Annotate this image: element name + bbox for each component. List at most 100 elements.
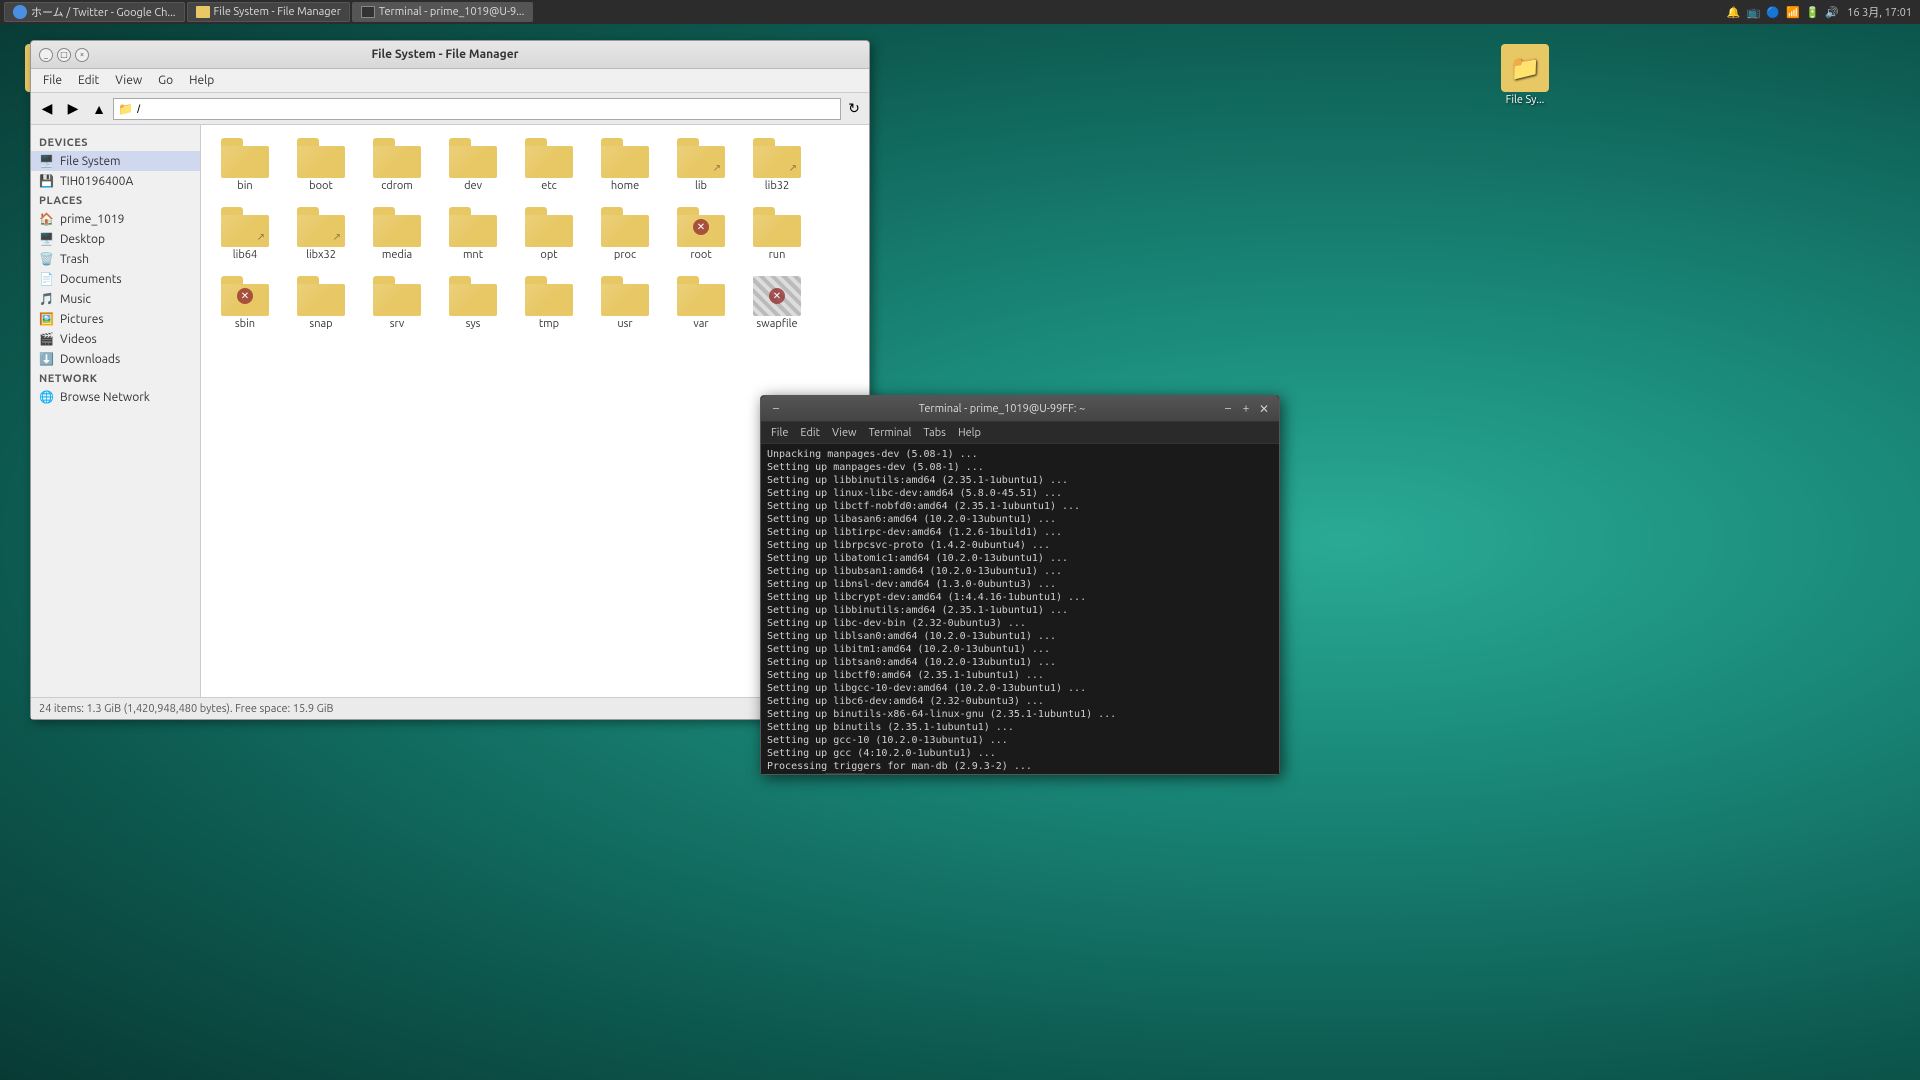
sidebar-item-filesystem[interactable]: 🖥️ File System: [31, 151, 200, 171]
fm-minimize-button[interactable]: _: [39, 48, 53, 62]
taskbar-app-fm-label: File System - File Manager: [214, 6, 341, 18]
sidebar-item-pictures[interactable]: 🖼️ Pictures: [31, 309, 200, 329]
symlink-arrow-lib64: ↗: [257, 231, 265, 243]
terminal-content: Unpacking manpages-dev (5.08-1) ...Setti…: [761, 444, 1279, 774]
folder-icon-var: [677, 276, 725, 316]
taskbar-app-terminal-label: Terminal - prime_1019@U-9...: [379, 6, 525, 18]
folder-media[interactable]: media: [361, 202, 433, 267]
folder-snap[interactable]: snap: [285, 271, 357, 336]
sidebar-item-downloads[interactable]: ⬇️ Downloads: [31, 349, 200, 369]
sidebar-item-music[interactable]: 🎵 Music: [31, 289, 200, 309]
folder-media-label: media: [382, 249, 412, 262]
taskbar-app-terminal[interactable]: Terminal - prime_1019@U-9...: [352, 2, 534, 22]
fm-sidebar: DEVICES 🖥️ File System 💾 TIH0196400A PLA…: [31, 125, 201, 697]
folder-proc[interactable]: proc: [589, 202, 661, 267]
sidebar-item-home[interactable]: 🏠 prime_1019: [31, 209, 200, 229]
folder-icon-srv: [373, 276, 421, 316]
folder-icon-tmp: [525, 276, 573, 316]
folder-var[interactable]: var: [665, 271, 737, 336]
terminal-controls: – + ✕: [1221, 402, 1271, 416]
folder-cdrom[interactable]: cdrom: [361, 133, 433, 198]
folder-mnt[interactable]: mnt: [437, 202, 509, 267]
sidebar-item-trash[interactable]: 🗑️ Trash: [31, 249, 200, 269]
terminal-output-line: Setting up libcrypt-dev:amd64 (1:4.4.16-…: [767, 591, 1273, 604]
folder-home[interactable]: home: [589, 133, 661, 198]
file-swapfile[interactable]: ✕ swapfile: [741, 271, 813, 336]
folder-lib[interactable]: ↗ lib: [665, 133, 737, 198]
sidebar-item-tih[interactable]: 💾 TIH0196400A: [31, 171, 200, 191]
folder-icon-boot: [297, 138, 345, 178]
folder-boot[interactable]: boot: [285, 133, 357, 198]
folder-proc-label: proc: [614, 249, 636, 262]
folder-var-label: var: [693, 318, 708, 331]
folder-icon-lib: ↗: [677, 138, 725, 178]
folder-icon-run: [753, 207, 801, 247]
terminal-minimize-icon[interactable]: –: [769, 402, 783, 416]
term-menu-terminal[interactable]: Terminal: [863, 426, 918, 440]
folder-lib32[interactable]: ↗ lib32: [741, 133, 813, 198]
terminal-output-line: Processing triggers for man-db (2.9.3-2)…: [767, 760, 1273, 773]
fm-address-bar[interactable]: 📁: [113, 98, 841, 120]
folder-tmp[interactable]: tmp: [513, 271, 585, 336]
terminal-close-button[interactable]: ✕: [1257, 402, 1271, 416]
folder-etc[interactable]: etc: [513, 133, 585, 198]
folder-run[interactable]: run: [741, 202, 813, 267]
location-icon: 📁: [118, 102, 133, 116]
folder-icon-bin: [221, 138, 269, 178]
sidebar-item-documents[interactable]: 📄 Documents: [31, 269, 200, 289]
folder-srv[interactable]: srv: [361, 271, 433, 336]
term-menu-file[interactable]: File: [765, 426, 794, 440]
term-menu-view[interactable]: View: [826, 426, 863, 440]
folder-lib-label: lib: [695, 180, 707, 193]
term-menu-edit[interactable]: Edit: [794, 426, 826, 440]
sidebar-item-desktop[interactable]: 🖥️ Desktop: [31, 229, 200, 249]
symlink-arrow-lib: ↗: [713, 162, 721, 174]
folder-root[interactable]: ✕ root: [665, 202, 737, 267]
folder-icon-opt: [525, 207, 573, 247]
desktop-icon-filesys-img: 📁: [1501, 44, 1549, 92]
pictures-icon: 🖼️: [39, 312, 54, 326]
taskbar-app-filemanager[interactable]: File System - File Manager: [187, 2, 350, 22]
desktop-icon-filesys[interactable]: 📁 File Sy...: [1490, 40, 1560, 110]
terminal-minimize-button[interactable]: –: [1221, 402, 1235, 416]
sidebar-item-browse-network[interactable]: 🌐 Browse Network: [31, 387, 200, 407]
folder-libx32-label: libx32: [306, 249, 336, 262]
folder-icon-desktop: 📁: [1510, 54, 1540, 82]
fm-menu-view[interactable]: View: [107, 72, 150, 89]
sidebar-item-videos[interactable]: 🎬 Videos: [31, 329, 200, 349]
fm-menu-go[interactable]: Go: [150, 72, 181, 89]
folder-icon-usr: [601, 276, 649, 316]
fm-menu-file[interactable]: File: [35, 72, 70, 89]
terminal-icon: [361, 6, 375, 18]
terminal-output-line: Setting up libatomic1:amd64 (10.2.0-13ub…: [767, 552, 1273, 565]
sidebar-devices-header: DEVICES: [31, 133, 200, 151]
fm-forward-button[interactable]: ▶: [61, 97, 85, 121]
sidebar-places-header: PLACES: [31, 191, 200, 209]
folder-libx32[interactable]: ↗ libx32: [285, 202, 357, 267]
folder-dev[interactable]: dev: [437, 133, 509, 198]
home-icon: 🏠: [39, 212, 54, 226]
folder-bin[interactable]: bin: [209, 133, 281, 198]
fm-menu-help[interactable]: Help: [181, 72, 222, 89]
fm-reload-button[interactable]: ↻: [843, 98, 865, 120]
drive-icon: 💾: [39, 174, 54, 188]
terminal-output-line: Setting up librpcsvc-proto (1.4.2-0ubunt…: [767, 539, 1273, 552]
folder-usr[interactable]: usr: [589, 271, 661, 336]
taskbar-app-browser[interactable]: ホーム / Twitter - Google Ch...: [4, 2, 185, 22]
terminal-maximize-button[interactable]: +: [1239, 402, 1253, 416]
fm-address-input[interactable]: [137, 102, 836, 116]
folder-tmp-label: tmp: [539, 318, 559, 331]
terminal-output-line: Setting up libbinutils:amd64 (2.35.1-1ub…: [767, 604, 1273, 617]
fm-menu-edit[interactable]: Edit: [70, 72, 107, 89]
fm-maximize-button[interactable]: □: [57, 48, 71, 62]
folder-sys[interactable]: sys: [437, 271, 509, 336]
term-menu-help[interactable]: Help: [952, 426, 987, 440]
term-menu-tabs[interactable]: Tabs: [917, 426, 952, 440]
fm-back-button[interactable]: ◀: [35, 97, 59, 121]
folder-sbin[interactable]: ✕ sbin: [209, 271, 281, 336]
folder-opt[interactable]: opt: [513, 202, 585, 267]
fm-up-button[interactable]: ▲: [87, 97, 111, 121]
fm-close-button[interactable]: ×: [75, 48, 89, 62]
folder-lib64[interactable]: ↗ lib64: [209, 202, 281, 267]
fm-title: File System - File Manager: [371, 48, 518, 61]
